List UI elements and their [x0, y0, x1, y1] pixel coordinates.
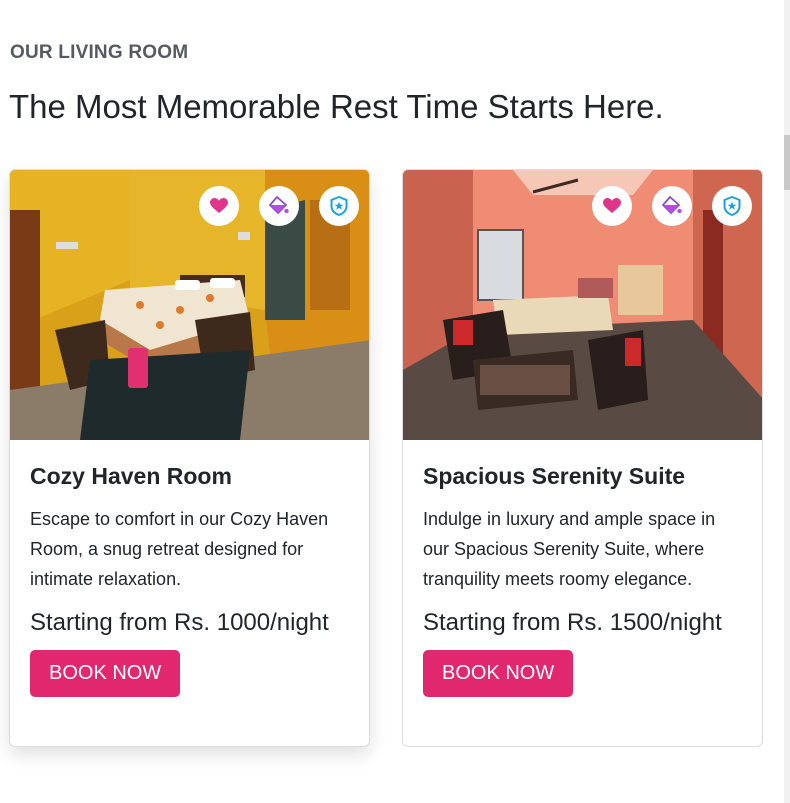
- security-button[interactable]: [319, 186, 359, 226]
- room-card: Spacious Serenity Suite Indulge in luxur…: [402, 169, 763, 747]
- heart-icon: [603, 198, 621, 213]
- paint-button[interactable]: [652, 186, 692, 226]
- room-title: Spacious Serenity Suite: [423, 463, 686, 489]
- room-price: Starting from Rs. 1000/night: [30, 609, 329, 636]
- room-description: Escape to comfort in our Cozy Haven Room…: [30, 509, 329, 589]
- section-title: The Most Memorable Rest Time Starts Here…: [9, 88, 664, 125]
- book-now-button[interactable]: BOOK NOW: [423, 650, 574, 697]
- heart-icon: [210, 198, 228, 213]
- room-price: Starting from Rs. 1500/night: [423, 609, 722, 636]
- paint-bucket-icon: [269, 196, 289, 215]
- paint-bucket-icon: [662, 196, 682, 215]
- favorite-button[interactable]: [199, 186, 239, 226]
- scrollbar-track[interactable]: [784, 0, 790, 803]
- book-now-button[interactable]: BOOK NOW: [30, 650, 181, 697]
- scrollbar-thumb[interactable]: [784, 135, 790, 190]
- room-photo: [403, 170, 762, 440]
- room-card: Cozy Haven Room Escape to comfort in our…: [9, 169, 370, 747]
- room-photo: [10, 170, 369, 440]
- room-title: Cozy Haven Room: [30, 463, 232, 489]
- room-description: Indulge in luxury and ample space in our…: [423, 509, 716, 589]
- shield-star-icon: [723, 196, 741, 216]
- security-button[interactable]: [712, 186, 752, 226]
- shield-star-icon: [330, 196, 348, 216]
- paint-button[interactable]: [259, 186, 299, 226]
- section-eyebrow: OUR LIVING ROOM: [10, 42, 189, 63]
- favorite-button[interactable]: [592, 186, 632, 226]
